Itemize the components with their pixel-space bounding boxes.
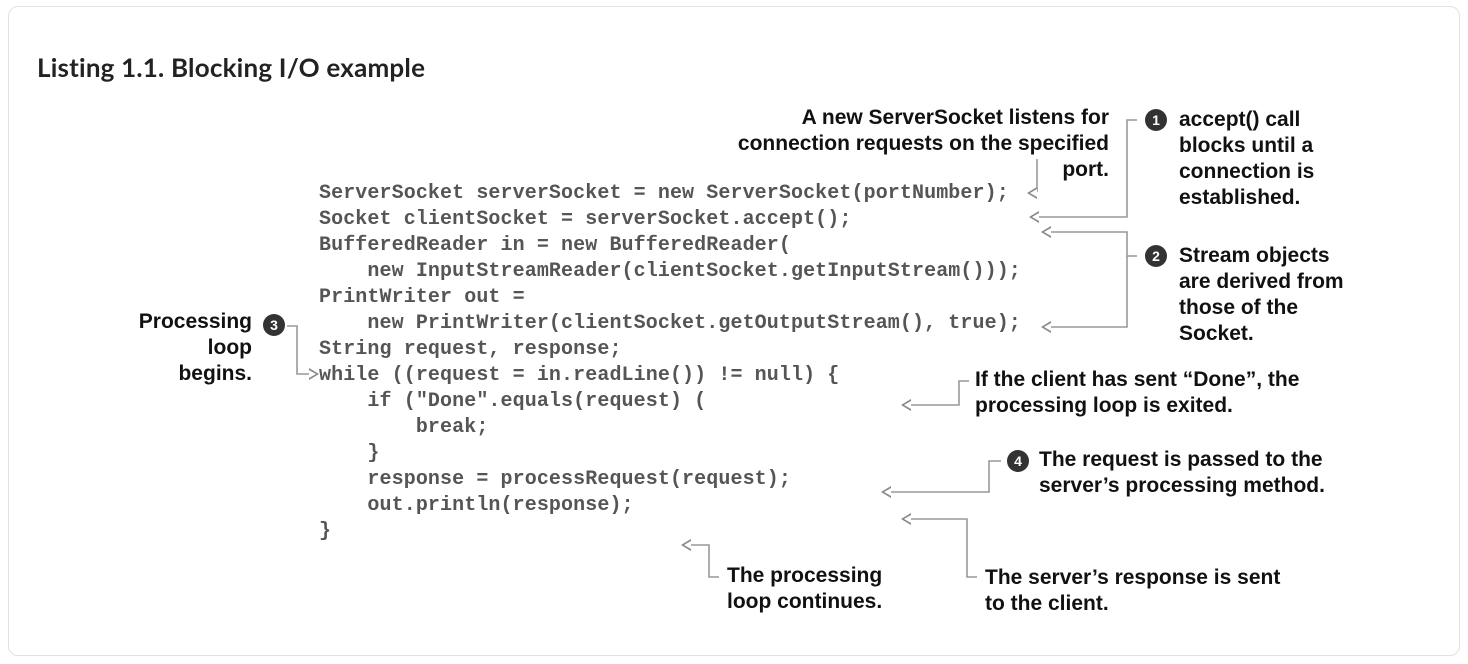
arrowhead-icon (681, 539, 691, 551)
marker-3: 3 (263, 314, 285, 336)
annotation-serversocket-listens: A new ServerSocket listens for connectio… (699, 105, 1109, 183)
annotation-stream-objects: Stream objects are derived from those of… (1179, 243, 1349, 347)
arrowhead-icon (1029, 211, 1039, 223)
listing-card: Listing 1.1. Blocking I/O example A new … (8, 6, 1460, 656)
code-listing: ServerSocket serverSocket = new ServerSo… (319, 181, 1021, 545)
annotation-accept-blocks: accept() call blocks until a connection … (1179, 107, 1329, 211)
arrowhead-icon (901, 399, 911, 411)
arrowhead-icon (901, 513, 911, 525)
listing-title: Listing 1.1. Blocking I/O example (37, 51, 425, 83)
marker-1: 1 (1145, 109, 1167, 131)
marker-2: 2 (1145, 245, 1167, 267)
annotation-request-passed: The request is passed to the server’s pr… (1039, 447, 1349, 499)
arrowhead-icon (1027, 187, 1037, 199)
arrowhead-icon (1041, 226, 1051, 238)
annotation-done-exits-loop: If the client has sent “Done”, the proce… (975, 367, 1315, 419)
page-root: Listing 1.1. Blocking I/O example A new … (0, 0, 1468, 664)
annotation-processing-loop-begins: Processing loop begins. (132, 309, 252, 387)
annotation-response-sent: The server’s response is sent to the cli… (985, 565, 1285, 617)
arrowhead-icon (309, 368, 319, 380)
arrowhead-icon (1041, 321, 1051, 333)
annotation-loop-continues: The processing loop continues. (727, 563, 927, 615)
arrowhead-icon (881, 486, 891, 498)
